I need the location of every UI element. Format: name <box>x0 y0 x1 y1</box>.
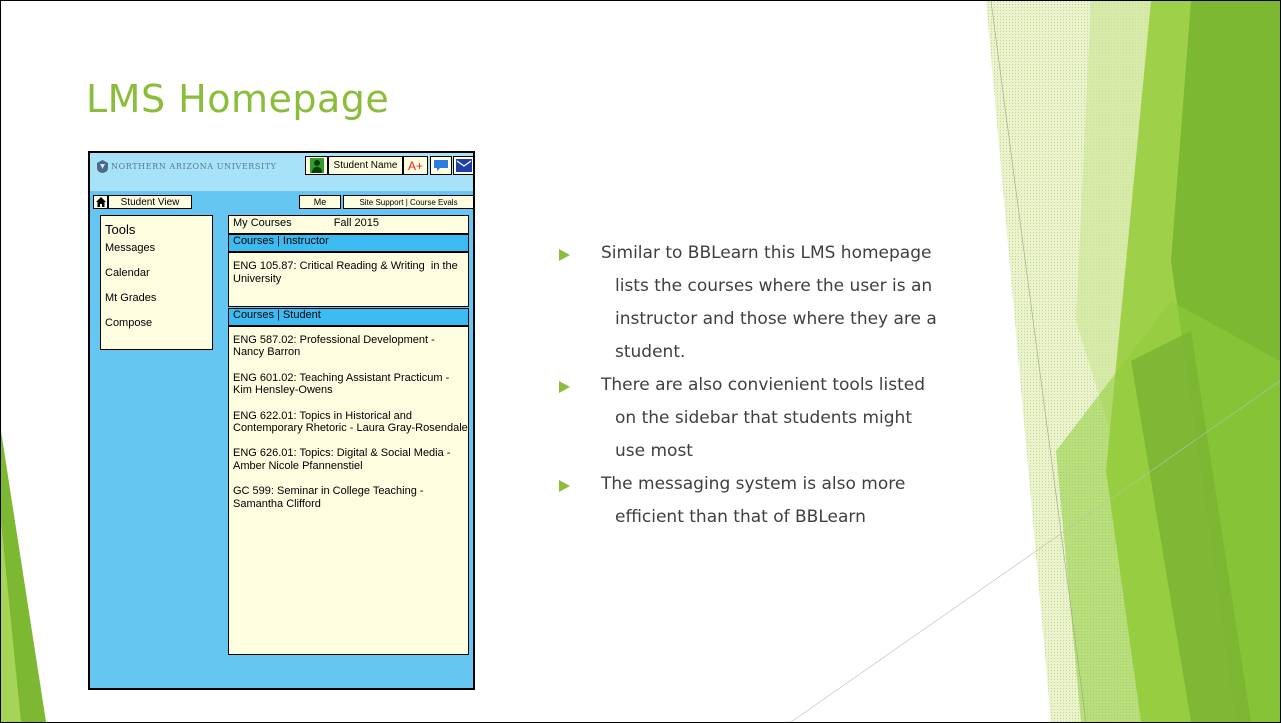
person-icon <box>309 158 324 173</box>
bullet-item: There are also convienient tools listed … <box>559 369 1058 468</box>
bullet-line: student. <box>615 342 686 362</box>
bullet-arrow-icon <box>559 249 570 261</box>
mail-icon <box>455 159 472 172</box>
bullet-line: There are also convienient tools listed <box>601 375 926 395</box>
student-course-list: ENG 587.02: Professional Development - N… <box>228 326 469 655</box>
course-link[interactable]: GC 599: Seminar in College Teaching - Sa… <box>233 485 468 510</box>
bullet-line: efficient than that of BBLearn <box>615 507 866 527</box>
student-view-button[interactable]: Student View <box>108 195 192 209</box>
bullet-line: The messaging system is also more <box>601 474 906 494</box>
student-name-button[interactable]: Student Name <box>328 156 403 175</box>
home-button[interactable] <box>93 195 108 209</box>
instructor-courses-header: Courses | Instructor <box>228 234 469 252</box>
bullet-line: lists the courses where the user is an <box>615 276 933 296</box>
tool-item-messages[interactable]: Messages <box>105 242 212 254</box>
chat-button[interactable] <box>430 156 452 175</box>
student-courses-header: Courses | Student <box>228 308 469 326</box>
bullet-item: The messaging system is also more effici… <box>559 468 1058 534</box>
bullet-arrow-icon <box>559 480 570 492</box>
tool-item-compose[interactable]: Compose <box>105 317 212 329</box>
lms-mockup: NORTHERN ARIZONA UNIVERSITY Student Name… <box>88 151 475 690</box>
course-link[interactable]: ENG 626.01: Topics: Digital & Social Med… <box>233 447 468 472</box>
chat-icon <box>434 160 448 171</box>
course-link[interactable]: ENG 622.01: Topics in Historical and Con… <box>233 410 468 435</box>
slide: LMS Homepage NORTHERN ARIZONA UNIVERSITY… <box>0 0 1281 723</box>
bullet-list: Similar to BBLearn this LMS homepage lis… <box>559 237 1058 534</box>
tool-item-calendar[interactable]: Calendar <box>105 267 212 279</box>
course-link[interactable]: ENG 587.02: Professional Development - N… <box>233 334 468 359</box>
tool-item-grades[interactable]: Mt Grades <box>105 292 212 304</box>
university-logo[interactable]: NORTHERN ARIZONA UNIVERSITY <box>97 158 277 174</box>
mail-button[interactable] <box>453 156 474 175</box>
tools-heading: Tools <box>105 222 136 237</box>
site-support-link[interactable]: Site Support | Course Evals <box>343 195 474 209</box>
tools-sidebar: Tools Messages Calendar Mt Grades Compos… <box>100 215 213 350</box>
term-label: Fall 2015 <box>333 217 379 229</box>
my-courses-header: My Courses Fall 2015 <box>228 215 469 234</box>
my-courses-title: My Courses <box>233 217 292 229</box>
bullet-line: Similar to BBLearn this LMS homepage <box>601 243 932 263</box>
grades-button[interactable]: A+ <box>403 156 428 175</box>
bullet-item: Similar to BBLearn this LMS homepage lis… <box>559 237 1058 369</box>
bullet-line: use most <box>615 441 693 461</box>
bullet-line: instructor and those where they are a <box>615 309 937 329</box>
course-link[interactable]: ENG 601.02: Teaching Assistant Practicum… <box>233 372 468 397</box>
slide-title: LMS Homepage <box>86 77 390 121</box>
profile-button[interactable] <box>305 156 328 175</box>
university-emblem-icon <box>97 159 108 173</box>
course-link[interactable]: ENG 105.87: Critical Reading & Writing i… <box>233 260 468 286</box>
bullet-arrow-icon <box>559 381 570 393</box>
home-icon <box>95 197 106 207</box>
bullet-line: on the sidebar that students might <box>615 408 913 428</box>
university-name: NORTHERN ARIZONA UNIVERSITY <box>111 161 277 171</box>
me-button[interactable]: Me <box>299 195 341 209</box>
instructor-course-list: ENG 105.87: Critical Reading & Writing i… <box>228 252 469 307</box>
